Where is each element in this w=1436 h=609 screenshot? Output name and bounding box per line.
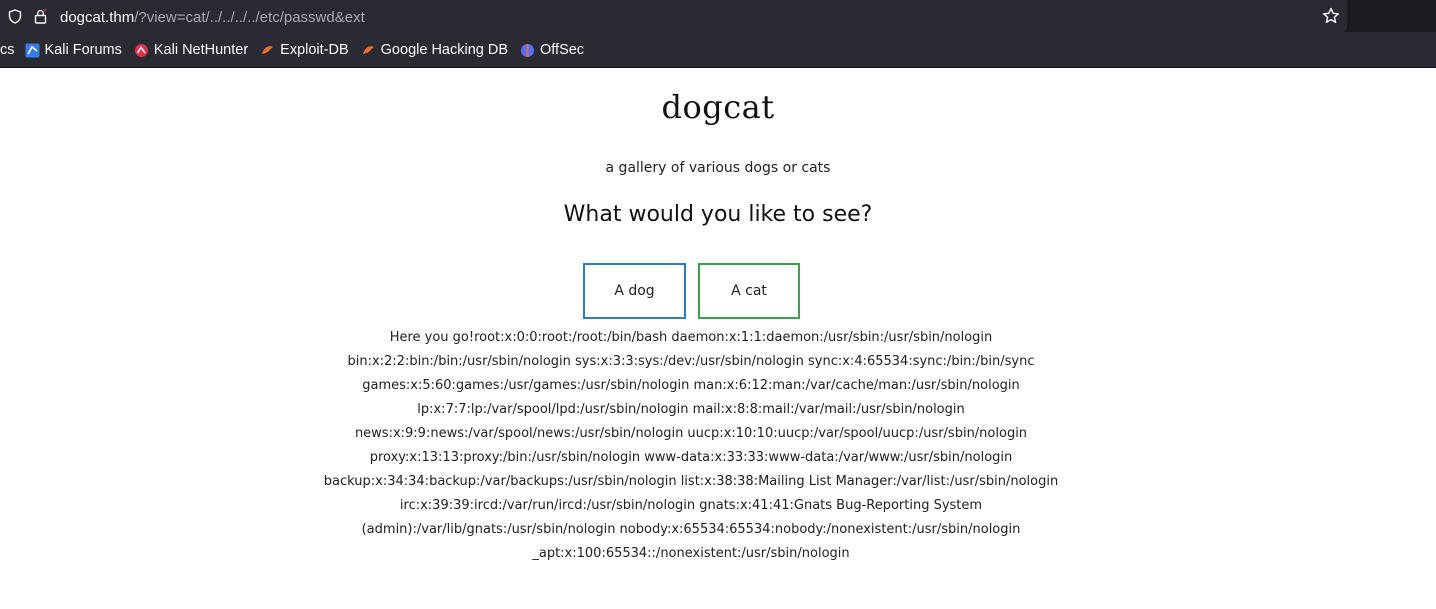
bookmark-label: Exploit-DB (280, 41, 349, 58)
bookmark-kali-forums[interactable]: Kali Forums (25, 42, 122, 58)
offsec-icon (520, 43, 534, 57)
nethunter-icon (134, 43, 148, 57)
bookmark-label: Kali Forums (44, 41, 122, 58)
dog-button[interactable]: A dog (583, 263, 686, 319)
browser-toolbar: dogcat.thm/?view=cat/../../../../etc/pas… (0, 0, 1436, 32)
bookmark-offsec[interactable]: OffSec (520, 42, 584, 58)
bookmark-star-icon[interactable] (1322, 7, 1340, 25)
page-title: dogcat (661, 88, 775, 126)
bookmark-label: Google Hacking DB (380, 41, 508, 58)
bookmark-label: Kali NetHunter (153, 41, 249, 58)
kali-dragon-icon (25, 43, 39, 57)
url-path: /?view=cat/../../../../etc/passwd&ext (134, 8, 365, 26)
bookmark-exploit-db[interactable]: Exploit-DB (260, 42, 349, 58)
question-heading: What would you like to see? (563, 202, 873, 227)
shield-icon[interactable] (7, 8, 23, 24)
ghdb-icon (361, 43, 375, 57)
bookmark-docs[interactable]: cs (0, 42, 15, 58)
page-subtitle: a gallery of various dogs or cats (605, 160, 831, 176)
bookmark-kali-nethunter[interactable]: Kali NetHunter (134, 42, 248, 58)
url-text[interactable]: dogcat.thm/?view=cat/../../../../etc/pas… (60, 7, 365, 26)
bookmark-label: OffSec (540, 41, 585, 58)
cat-button[interactable]: A cat (698, 263, 800, 319)
exploit-db-icon (260, 43, 274, 57)
bookmarks-toolbar: cs Kali Forums Kali NetHunter Exploit-DB… (0, 32, 1436, 68)
url-host: dogcat.thm (60, 8, 135, 26)
included-file-output: Here you go!root:x:0:0:root:/root:/bin/b… (323, 330, 1059, 561)
bookmark-google-hacking-db[interactable]: Google Hacking DB (361, 42, 508, 58)
lock-icon[interactable] (32, 8, 48, 24)
bookmark-label: cs (0, 41, 15, 58)
address-bar[interactable]: dogcat.thm/?view=cat/../../../../etc/pas… (0, 0, 1347, 32)
page-content: dogcat a gallery of various dogs or cats… (0, 68, 1436, 609)
